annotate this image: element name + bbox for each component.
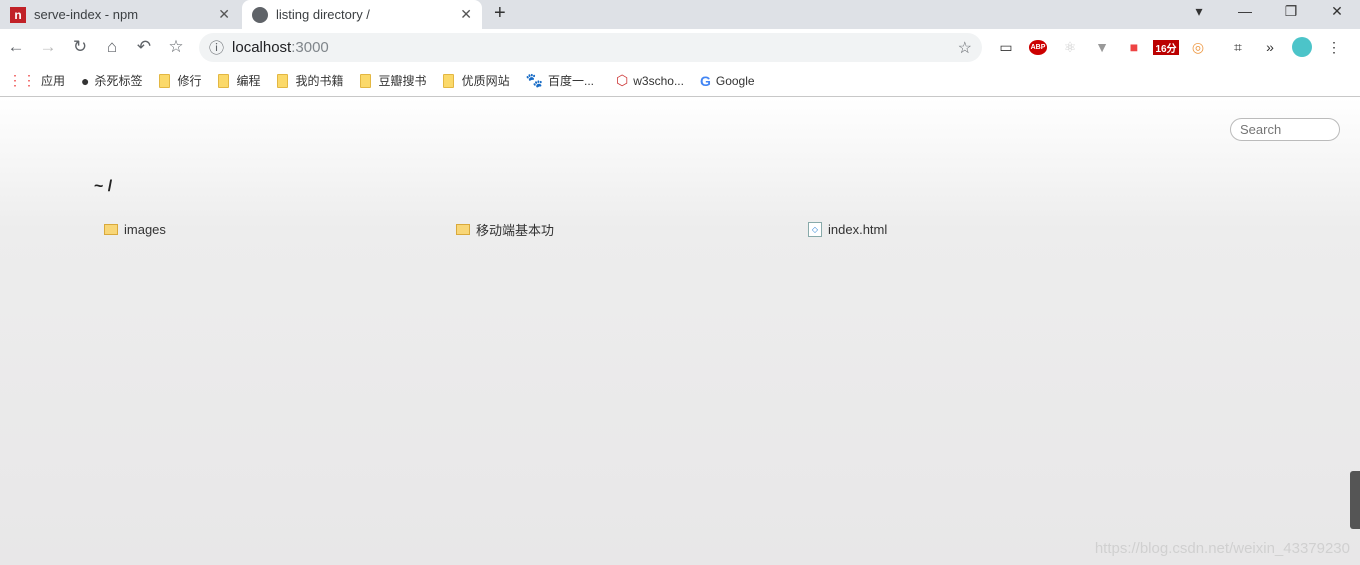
bookmark-label: 百度一... <box>548 74 595 88</box>
url-host: localhost <box>232 39 292 56</box>
bookmark-apps[interactable]: ⋮⋮ 应用 <box>8 72 65 89</box>
file-item-images[interactable]: images <box>104 220 456 239</box>
close-tab-icon[interactable]: ✕ <box>218 6 230 23</box>
bookmark-label: 编程 <box>236 74 261 88</box>
new-tab-button[interactable]: + <box>494 2 506 25</box>
bookmark-label: 豆瓣搜书 <box>378 74 427 88</box>
tab-listing-directory[interactable]: listing directory / ✕ <box>242 0 482 29</box>
folder-icon <box>104 224 118 235</box>
bookmark-label: 我的书籍 <box>295 74 344 88</box>
restore-button[interactable]: ❐ <box>1268 0 1314 22</box>
bookmark-item[interactable]: ● 杀死标签 <box>81 72 142 89</box>
bookmark-label: Google <box>715 73 755 88</box>
bookmark-folder[interactable]: 修行 <box>158 72 202 89</box>
google-icon: G <box>699 72 711 89</box>
home-button[interactable]: ⌂ <box>96 37 128 57</box>
tab-search-icon[interactable]: ▾ <box>1176 0 1222 22</box>
vue-devtools-icon[interactable]: ▼ <box>1086 39 1118 55</box>
close-window-button[interactable]: ✕ <box>1314 0 1360 22</box>
bookmark-label: 应用 <box>41 74 66 88</box>
folder-icon <box>276 73 288 88</box>
folder-icon <box>456 224 470 235</box>
bookmark-star-button[interactable]: ☆ <box>160 37 192 57</box>
forward-button[interactable]: → <box>32 37 64 57</box>
side-widget-handle[interactable] <box>1350 471 1360 529</box>
timer-extension-icon[interactable]: 16分 <box>1150 39 1182 55</box>
file-name: index.html <box>828 222 888 237</box>
bookmark-folder[interactable]: 编程 <box>217 72 261 89</box>
address-bar[interactable]: ⓘ localhost:3000 ☆ <box>199 33 982 62</box>
back-button[interactable]: ← <box>0 37 32 57</box>
folder-icon <box>217 73 229 88</box>
undo-button[interactable]: ↶ <box>128 37 160 57</box>
bookmark-label: w3scho... <box>633 73 684 88</box>
html-file-icon: ◇ <box>808 222 822 237</box>
tab-bar: n serve-index - npm ✕ listing directory … <box>0 0 1360 29</box>
bookmark-folder[interactable]: 我的书籍 <box>276 72 344 89</box>
bookmark-item[interactable]: ⬡ w3scho... <box>616 72 684 89</box>
color-ring-extension-icon[interactable]: ◎ <box>1182 39 1214 56</box>
crop-extension-icon[interactable]: ⌗ <box>1222 39 1254 56</box>
bookmark-label: 优质网站 <box>461 74 510 88</box>
baidu-paw-icon: 🐾 <box>525 72 544 88</box>
bookmark-label: 修行 <box>177 74 202 88</box>
file-item-folder[interactable]: 移动端基本功 <box>456 220 808 239</box>
bookmark-item[interactable]: G Google <box>700 73 755 89</box>
npm-icon: n <box>10 6 26 23</box>
reload-button[interactable]: ↻ <box>64 37 96 57</box>
url-port: :3000 <box>291 39 329 56</box>
dice-extension-icon[interactable]: ■ <box>1118 39 1150 55</box>
file-name: 移动端基本功 <box>476 223 555 238</box>
globe-icon: ● <box>81 72 90 89</box>
screenshot-extension-icon[interactable]: ▭ <box>990 39 1022 56</box>
info-icon[interactable]: ⓘ <box>209 37 224 58</box>
folder-icon <box>442 73 454 88</box>
bookmark-item[interactable]: 🐾 百度一... <box>526 72 594 89</box>
page-title: ~ / <box>94 178 113 195</box>
profile-avatar[interactable] <box>1286 37 1318 57</box>
file-name: images <box>124 222 166 237</box>
bookmarks-bar: ⋮⋮ 应用 ● 杀死标签 修行 编程 我的书籍 豆瓣搜书 优质网站 🐾 百度一... … <box>0 65 1360 97</box>
globe-icon <box>252 6 268 23</box>
close-tab-icon[interactable]: ✕ <box>460 6 472 23</box>
watermark: https://blog.csdn.net/weixin_43379230 <box>1094 540 1350 557</box>
folder-icon <box>158 73 170 88</box>
tab-serve-index[interactable]: n serve-index - npm ✕ <box>0 0 240 29</box>
apps-grid-icon: ⋮⋮ <box>8 72 36 88</box>
directory-listing-page: ~ / images 移动端基本功 ◇ index.html https://bl… <box>0 98 1360 565</box>
bookmark-folder[interactable]: 优质网站 <box>442 72 510 89</box>
bookmark-folder[interactable]: 豆瓣搜书 <box>359 72 427 89</box>
folder-icon <box>359 73 371 88</box>
search-input[interactable] <box>1230 118 1340 141</box>
adblock-plus-icon[interactable]: ABP <box>1022 39 1054 55</box>
react-devtools-icon[interactable]: ⚛ <box>1054 39 1086 56</box>
more-extensions-icon[interactable]: » <box>1254 39 1286 55</box>
bookmark-page-icon[interactable]: ☆ <box>958 38 972 58</box>
tab-title: listing directory / <box>276 7 370 22</box>
file-item-index-html[interactable]: ◇ index.html <box>808 220 1160 239</box>
minimize-button[interactable]: — <box>1222 0 1268 22</box>
tab-title: serve-index - npm <box>34 7 139 22</box>
w3schools-icon: ⬡ <box>616 72 629 88</box>
file-list: images 移动端基本功 ◇ index.html <box>104 220 1160 239</box>
bookmark-label: 杀死标签 <box>94 74 143 88</box>
menu-icon[interactable]: ⋮ <box>1318 39 1350 56</box>
